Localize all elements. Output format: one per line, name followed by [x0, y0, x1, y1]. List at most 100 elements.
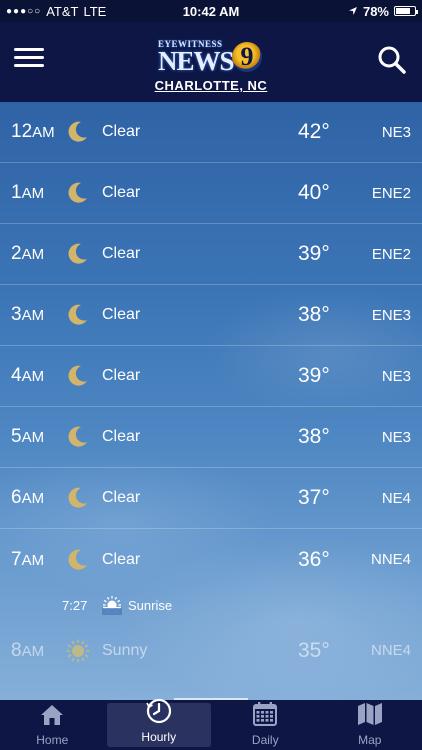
- hour-row[interactable]: 6AM Clear 37° NE4: [0, 468, 422, 529]
- hour-label: 5AM: [11, 426, 44, 448]
- hour-label: 12AM: [11, 121, 55, 143]
- calendar-icon: [252, 701, 278, 733]
- temperature: 39°: [298, 364, 330, 387]
- wind: ENE3: [371, 306, 411, 324]
- map-icon: [356, 701, 384, 733]
- hourly-forecast-list[interactable]: 12AM Clear 42° NE3 1AM Clear 40° ENE2 2AM Clear 39…: [0, 102, 422, 700]
- hamburger-icon-bar: [14, 64, 44, 67]
- condition-text: Clear: [102, 184, 141, 201]
- city-selector[interactable]: CHARLOTTE, NC: [0, 78, 422, 93]
- hour-label: 7AM: [11, 549, 44, 571]
- temperature: 38°: [298, 303, 330, 326]
- hour-row[interactable]: 7AM Clear 36° NNE4: [0, 529, 422, 590]
- tab-label: Map: [358, 733, 382, 747]
- condition-text: Clear: [102, 306, 141, 323]
- hour-number: 5: [11, 426, 22, 447]
- hour-label: 8AM: [11, 640, 44, 662]
- hour-label: 3AM: [11, 304, 44, 326]
- hour-ampm: AM: [21, 246, 45, 263]
- hour-ampm: AM: [21, 429, 45, 446]
- condition-text: Clear: [102, 367, 141, 384]
- hamburger-icon-bar: [14, 56, 44, 59]
- hour-row[interactable]: 5AM Clear 38° NE3: [0, 407, 422, 468]
- moon-icon: [66, 486, 90, 510]
- wind: NNE4: [370, 551, 411, 568]
- hour-number: 2: [11, 243, 22, 264]
- hour-ampm: AM: [21, 185, 45, 202]
- hour-ampm: AM: [21, 490, 45, 507]
- moon-icon: [66, 303, 90, 327]
- wind: NE4: [381, 489, 411, 507]
- carrier-name: AT&T: [46, 3, 79, 19]
- tab-home[interactable]: Home: [0, 700, 105, 750]
- sunrise-time: 7:27: [62, 597, 88, 613]
- condition-text: Sunny: [102, 641, 148, 659]
- hour-ampm: AM: [21, 368, 45, 385]
- temperature: 36°: [298, 547, 330, 571]
- network-type: LTE: [83, 3, 107, 19]
- battery-fill: [396, 8, 411, 14]
- hour-number: 1: [11, 182, 22, 203]
- wind: ENE2: [371, 184, 411, 202]
- search-icon[interactable]: [376, 44, 408, 76]
- sunrise-label: Sunrise: [128, 597, 173, 613]
- wind: NE3: [381, 367, 411, 385]
- tab-hourly[interactable]: Hourly: [106, 698, 211, 747]
- hour-ampm: AM: [21, 642, 45, 660]
- moon-icon: [66, 120, 90, 144]
- temperature: 37°: [298, 486, 330, 509]
- wind: NE3: [381, 428, 411, 446]
- status-right: 78%: [348, 3, 418, 19]
- hamburger-icon-bar: [14, 48, 44, 51]
- battery-icon: [394, 6, 418, 16]
- tab-daily[interactable]: Daily: [213, 700, 318, 750]
- battery-percent: 78%: [362, 3, 389, 19]
- hour-row[interactable]: 12AM Clear 42° NE3: [0, 102, 422, 163]
- hour-label: 1AM: [11, 182, 44, 204]
- menu-button[interactable]: [14, 48, 44, 72]
- condition-text: Clear: [102, 123, 141, 140]
- hour-row[interactable]: 3AM Clear 38° ENE3: [0, 285, 422, 346]
- hour-number: 4: [11, 365, 22, 386]
- tab-map[interactable]: Map: [318, 700, 422, 750]
- temperature: 38°: [298, 425, 330, 448]
- temperature: 35°: [298, 638, 330, 662]
- hour-row[interactable]: 8AM Sunny 35° NNE4: [0, 620, 422, 681]
- temperature: 42°: [298, 120, 330, 143]
- wind: NE3: [381, 123, 411, 141]
- hour-row[interactable]: 4AM Clear 39° NE3: [0, 346, 422, 407]
- condition-text: Clear: [102, 550, 141, 568]
- clock-icon: [146, 698, 172, 730]
- hour-number: 8: [11, 639, 22, 661]
- tab-label: Home: [36, 733, 69, 747]
- hour-label: 6AM: [11, 487, 44, 509]
- tab-label: Daily: [251, 733, 279, 747]
- moon-icon: [66, 548, 90, 572]
- wind: ENE2: [371, 245, 411, 263]
- sunrise-icon: [102, 596, 122, 615]
- hour-number: 7: [11, 548, 22, 570]
- tab-bar: Home Hourly Daily Map: [0, 698, 422, 750]
- hour-row[interactable]: 1AM Clear 40° ENE2: [0, 163, 422, 224]
- hour-number: 3: [11, 304, 22, 325]
- status-bar: ●●●○○ AT&T LTE 10:42 AM 78%: [0, 0, 422, 22]
- status-left: ●●●○○ AT&T LTE: [6, 4, 106, 19]
- sunrise-row: 7:27 Sunrise: [0, 590, 422, 620]
- hour-number: 12: [11, 121, 33, 142]
- logo-number: 9: [232, 42, 262, 72]
- condition-text: Clear: [102, 489, 141, 506]
- location-arrow-icon: [348, 7, 357, 15]
- house-icon: [39, 703, 65, 733]
- hour-row[interactable]: 2AM Clear 39° ENE2: [0, 224, 422, 285]
- moon-icon: [66, 364, 90, 388]
- hour-ampm: AM: [21, 551, 45, 569]
- moon-icon: [66, 242, 90, 266]
- condition-text: Clear: [102, 245, 141, 262]
- hour-ampm: AM: [32, 124, 55, 141]
- hour-label: 4AM: [11, 365, 44, 387]
- app-header: Eyewitness NEWS 9 CHARLOTTE, NC: [0, 22, 422, 102]
- sun-icon: [66, 639, 90, 663]
- temperature: 40°: [298, 181, 330, 204]
- moon-icon: [66, 181, 90, 205]
- wind: NNE4: [370, 642, 411, 659]
